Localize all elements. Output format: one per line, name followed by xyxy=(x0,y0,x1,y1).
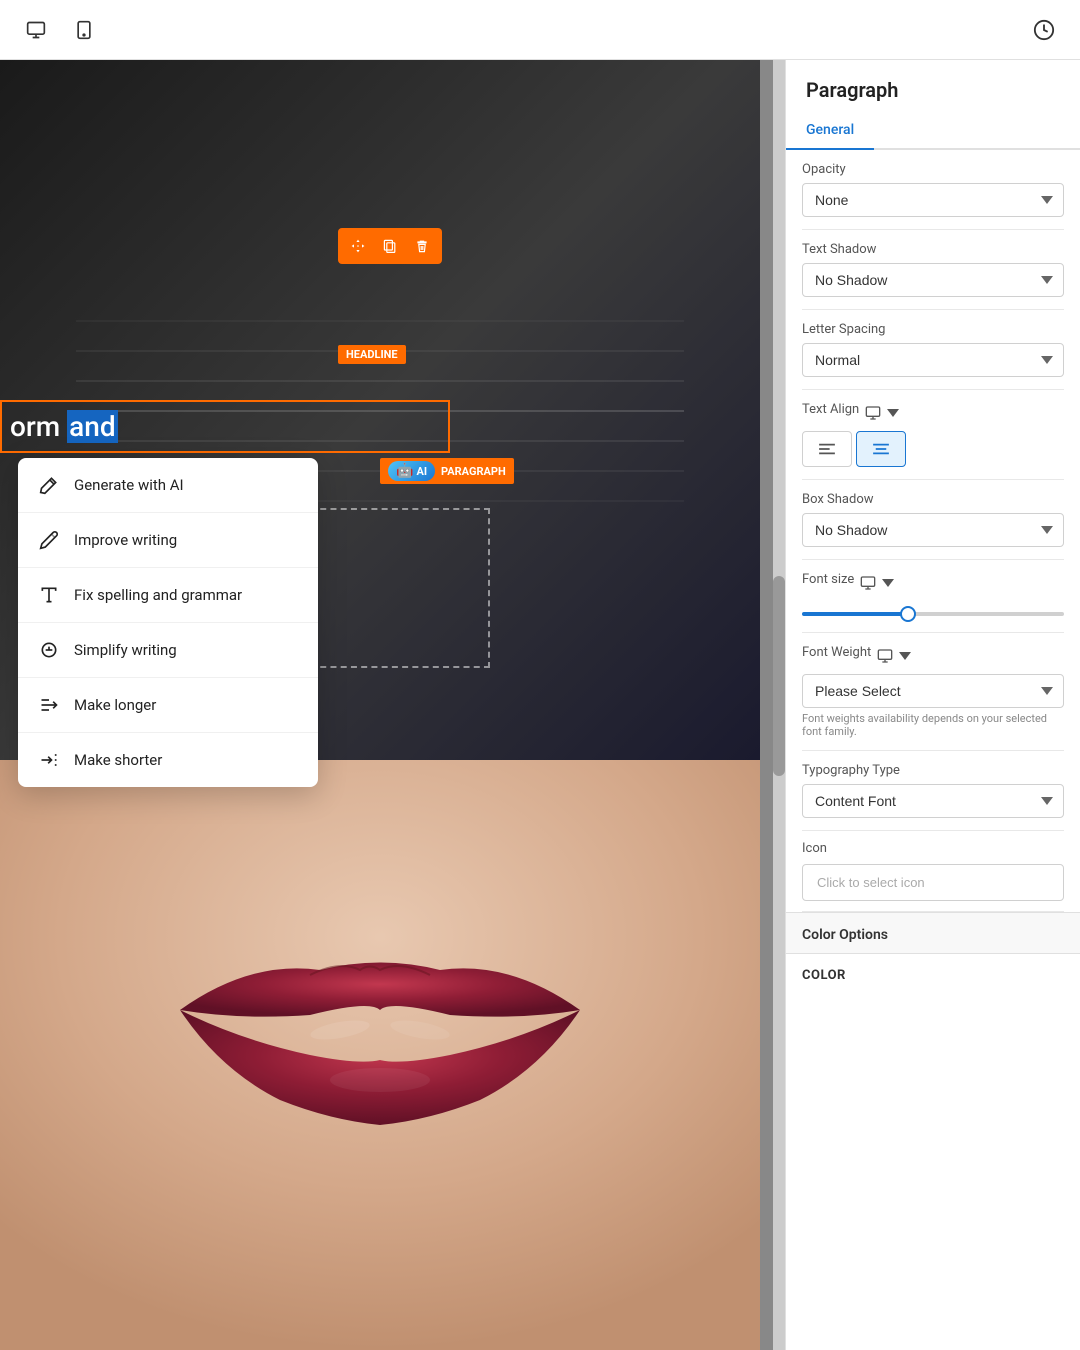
font-size-section: Font size xyxy=(786,560,1080,632)
selected-text-block[interactable]: orm and xyxy=(0,400,450,453)
font-size-slider[interactable] xyxy=(802,612,1064,616)
align-left-button[interactable] xyxy=(802,431,852,467)
pencil-icon xyxy=(38,529,60,551)
icon-label: Icon xyxy=(802,841,1064,856)
tab-general[interactable]: General xyxy=(786,112,874,150)
box-shadow-label: Box Shadow xyxy=(802,492,1064,507)
icon-select-button[interactable]: Click to select icon xyxy=(802,864,1064,901)
wand-icon xyxy=(38,474,60,496)
headline-badge: HEADLINE xyxy=(338,345,406,364)
float-toolbar xyxy=(338,228,442,264)
panel-title: Paragraph xyxy=(786,60,1080,102)
font-weight-label: Font Weight xyxy=(802,645,871,660)
font-size-label: Font size xyxy=(802,572,854,587)
move-button[interactable] xyxy=(344,232,372,260)
letter-spacing-select[interactable]: Normal xyxy=(802,343,1064,377)
color-options-header: Color Options xyxy=(786,912,1080,954)
opacity-select[interactable]: None xyxy=(802,183,1064,217)
right-panel: Paragraph General Opacity None Text Shad… xyxy=(785,60,1080,1350)
box-shadow-section: Box Shadow No Shadow xyxy=(786,480,1080,559)
canvas-bottom-image xyxy=(0,760,760,1350)
context-menu-item-simplify[interactable]: Simplify writing xyxy=(18,623,318,678)
align-center-button[interactable] xyxy=(856,431,906,467)
chevron-down-icon xyxy=(887,407,899,419)
opacity-section: Opacity None xyxy=(786,150,1080,229)
context-menu-item-longer[interactable]: Make longer xyxy=(18,678,318,733)
canvas-area[interactable]: HEADLINE orm and 🤖 AI PARAGRAPH xyxy=(0,60,785,1350)
font-weight-hint: Font weights availability depends on you… xyxy=(802,712,1064,738)
text-shadow-label: Text Shadow xyxy=(802,242,1064,257)
make-longer-label: Make longer xyxy=(74,696,156,714)
copy-button[interactable] xyxy=(376,232,404,260)
chevron-down-icon-2 xyxy=(882,577,894,589)
shorter-icon xyxy=(38,749,60,771)
main-layout: HEADLINE orm and 🤖 AI PARAGRAPH xyxy=(0,60,1080,1350)
paragraph-label: PARAGRAPH xyxy=(441,465,506,478)
canvas-scrollbar[interactable] xyxy=(773,60,785,1350)
top-toolbar xyxy=(0,0,1080,60)
font-weight-label-row: Font Weight xyxy=(802,645,1064,666)
type-icon xyxy=(38,584,60,606)
scrollbar-thumb[interactable] xyxy=(773,576,785,776)
longer-icon xyxy=(38,694,60,716)
chevron-down-icon-3 xyxy=(899,650,911,662)
delete-button[interactable] xyxy=(408,232,436,260)
simplify-writing-label: Simplify writing xyxy=(74,641,177,659)
letter-spacing-label: Letter Spacing xyxy=(802,322,1064,337)
icon-section: Icon Click to select icon xyxy=(786,831,1080,911)
ai-badge: 🤖 AI xyxy=(388,461,435,481)
box-shadow-select[interactable]: No Shadow xyxy=(802,513,1064,547)
dashed-placeholder-box xyxy=(310,508,490,668)
context-menu-item-fix[interactable]: Fix spelling and grammar xyxy=(18,568,318,623)
font-weight-select[interactable]: Please Select xyxy=(802,674,1064,708)
monitor-icon xyxy=(865,405,881,421)
text-shadow-section: Text Shadow No Shadow xyxy=(786,230,1080,309)
typography-type-select[interactable]: Content Font xyxy=(802,784,1064,818)
text-align-label-row: Text Align xyxy=(802,402,1064,423)
font-weight-section: Font Weight Please Select Font weights a… xyxy=(786,633,1080,750)
improve-writing-label: Improve writing xyxy=(74,531,177,549)
text-before-highlight: orm xyxy=(10,410,67,443)
generate-ai-label: Generate with AI xyxy=(74,476,184,494)
make-shorter-label: Make shorter xyxy=(74,751,162,769)
context-menu-item-generate-ai[interactable]: Generate with AI xyxy=(18,458,318,513)
simplify-icon xyxy=(38,639,60,661)
paragraph-badge: 🤖 AI PARAGRAPH xyxy=(380,458,514,484)
color-section: COLOR xyxy=(786,954,1080,1007)
typography-type-section: Typography Type Content Font xyxy=(786,751,1080,830)
font-size-label-row: Font size xyxy=(802,572,1064,593)
history-button[interactable] xyxy=(1024,10,1064,50)
ai-context-menu: Generate with AI Improve writing xyxy=(18,458,318,787)
text-shadow-select[interactable]: No Shadow xyxy=(802,263,1064,297)
context-menu-item-improve[interactable]: Improve writing xyxy=(18,513,318,568)
monitor-icon-2 xyxy=(860,575,876,591)
context-menu-item-shorter[interactable]: Make shorter xyxy=(18,733,318,787)
color-label: COLOR xyxy=(802,968,1064,983)
typography-type-label: Typography Type xyxy=(802,763,1064,778)
selected-text-content: orm and xyxy=(10,410,440,443)
text-align-label: Text Align xyxy=(802,402,859,417)
fix-spelling-label: Fix spelling and grammar xyxy=(74,586,242,604)
desktop-view-button[interactable] xyxy=(16,10,56,50)
text-align-section: Text Align xyxy=(786,390,1080,479)
panel-tabs: General xyxy=(786,112,1080,150)
toolbar-icons xyxy=(16,10,104,50)
monitor-icon-3 xyxy=(877,648,893,664)
letter-spacing-section: Letter Spacing Normal xyxy=(786,310,1080,389)
text-highlight: and xyxy=(67,410,117,443)
mobile-view-button[interactable] xyxy=(64,10,104,50)
opacity-label: Opacity xyxy=(802,162,1064,177)
text-align-buttons xyxy=(802,431,1064,467)
